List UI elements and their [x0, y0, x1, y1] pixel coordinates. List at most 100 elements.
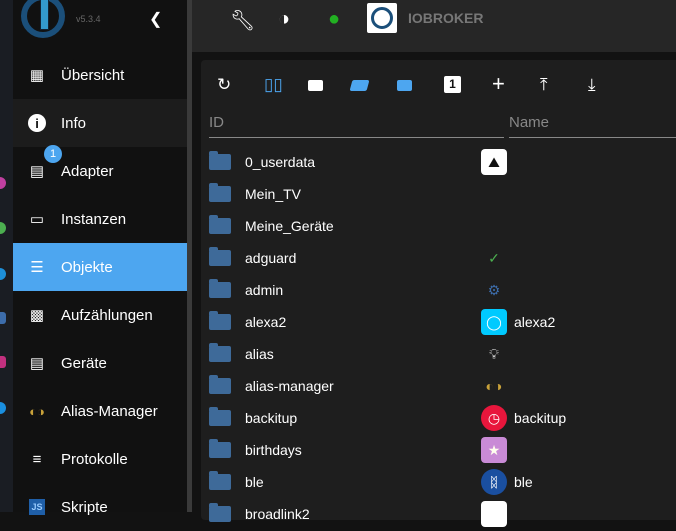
object-id: 0_userdata [245, 154, 316, 170]
object-id: Meine_Geräte [245, 218, 334, 234]
folder-icon[interactable] [209, 247, 231, 266]
app-icon[interactable] [0, 268, 6, 280]
app-icon[interactable] [0, 177, 6, 189]
object-id: broadlink2 [245, 506, 310, 522]
folder-icon[interactable] [209, 375, 231, 394]
instances-icon: ▭ [29, 211, 45, 228]
sidebar-item-instanzen[interactable]: ▭ Instanzen [13, 195, 187, 243]
sidebar-item-protokolle[interactable]: ≡ Protokolle [13, 435, 187, 483]
expand-all-icon[interactable] [349, 80, 370, 91]
sidebar-item-label: Geräte [61, 354, 107, 372]
collapse-all-icon[interactable] [397, 80, 412, 91]
table-row[interactable]: broadlink2 [201, 498, 676, 530]
version-label: v5.3.4 [76, 14, 101, 24]
folder-icon[interactable] [209, 407, 231, 426]
sidebar-item-label: Instanzen [61, 210, 127, 228]
object-id: Mein_TV [245, 186, 302, 202]
sidebar-item-label: Objekte [61, 258, 113, 276]
broadlink-icon [481, 501, 507, 527]
sidebar-item-label: Aufzählungen [61, 306, 153, 324]
table-row[interactable]: adguard ✓ [201, 242, 676, 274]
table-row[interactable]: alexa2 ◯ alexa2 [201, 306, 676, 338]
wrench-icon[interactable]: 🔧︎ [230, 8, 255, 33]
sidebar-scrollbar[interactable] [187, 0, 192, 512]
expand-level-icon[interactable]: 1 [444, 76, 461, 93]
object-id: adguard [245, 250, 297, 266]
sidebar-item-label: Alias-Manager [61, 402, 158, 420]
app-icon[interactable] [0, 402, 6, 414]
folder-icon[interactable] [209, 471, 231, 490]
iobroker-brand-logo [367, 3, 397, 33]
table-row[interactable]: ble ᛥ ble [201, 466, 676, 498]
expert-mode-icon[interactable]: ● [328, 8, 340, 31]
sidebar-item-aufzaehlungen[interactable]: ▩ Aufzählungen [13, 291, 187, 339]
object-id: alias [245, 346, 274, 362]
sidebar-item-adapter[interactable]: ▤ 1 Adapter [13, 145, 187, 195]
sidebar-item-geraete[interactable]: ▤ Geräte [13, 339, 187, 387]
folder-icon[interactable] [209, 503, 231, 522]
column-header-name[interactable]: Name [509, 114, 676, 138]
collapse-sidebar-button[interactable]: ❮ [149, 9, 162, 29]
table-row[interactable]: alias 💡︎ [201, 338, 676, 370]
update-count-badge: 1 [44, 145, 62, 163]
sidebar-item-alias-manager[interactable]: ◐◑ Alias-Manager [13, 387, 187, 435]
folder-icon[interactable] [209, 183, 231, 202]
object-name: alexa2 [514, 314, 556, 330]
add-icon[interactable]: + [492, 71, 505, 97]
sidebar: v5.3.4 ❮ ▦ Übersicht i Info ▤ 1 Adapter ▭ Ins… [13, 0, 187, 516]
object-id: admin [245, 282, 284, 298]
sidebar-item-label: Übersicht [61, 66, 125, 84]
sidebar-item-info[interactable]: i Info [13, 99, 187, 147]
folder-icon[interactable] [209, 343, 231, 362]
enum-icon: ▩ [29, 307, 45, 324]
folder-icon[interactable] [308, 80, 323, 91]
alias-manager-icon: ◐◑ [485, 378, 503, 394]
sidebar-item-uebersicht[interactable]: ▦ Übersicht [13, 51, 187, 99]
sidebar-item-skripte[interactable]: JS Skripte [13, 483, 187, 531]
brand-title: IOBROKER [408, 10, 484, 26]
sidebar-item-label: Adapter [61, 162, 114, 180]
table-row[interactable]: admin ⚙ [201, 274, 676, 306]
alexa-icon: ◯ [481, 309, 507, 335]
download-icon[interactable]: ⤓ [588, 75, 596, 95]
objects-panel: ↻ ▯▯ 1 + ⤒ ⤓ ID Name 0_userdata ⛰ Mein_TV M… [201, 60, 676, 527]
object-name: ble [514, 474, 533, 490]
app-icon[interactable] [0, 356, 6, 368]
bluetooth-icon: ᛥ [481, 469, 507, 495]
table-row[interactable]: Meine_Geräte [201, 210, 676, 242]
lightbulb-icon: 💡︎ [489, 345, 499, 362]
sidebar-item-objekte[interactable]: ☰ Objekte [13, 243, 187, 291]
alias-icon: ◐◑ [29, 403, 45, 419]
object-id: backitup [245, 410, 298, 426]
grid-icon: ▦ [29, 67, 45, 84]
app-icon[interactable] [0, 312, 6, 324]
table-row[interactable]: backitup ◷ backitup [201, 402, 676, 434]
sidebar-item-label: Info [61, 114, 87, 132]
top-bar: 🔧︎ ◑ ● IOBROKER [192, 0, 676, 52]
object-id: alias-manager [245, 378, 334, 394]
log-icon: ≡ [32, 450, 42, 468]
columns-icon[interactable]: ▯▯ [264, 75, 283, 95]
table-row[interactable]: alias-manager ◐◑ [201, 370, 676, 402]
object-id: alexa2 [245, 314, 287, 330]
folder-icon[interactable] [209, 311, 231, 330]
iobroker-logo [21, 0, 65, 38]
info-icon: i [13, 114, 61, 132]
folder-icon[interactable] [209, 151, 231, 170]
column-header-id[interactable]: ID [209, 114, 504, 138]
theme-toggle-icon[interactable]: ◑ [278, 8, 290, 31]
backitup-icon: ◷ [481, 405, 507, 431]
list-icon: ☰ [30, 259, 44, 276]
refresh-icon[interactable]: ↻ [217, 75, 231, 95]
folder-icon[interactable] [209, 215, 231, 234]
table-row[interactable]: 0_userdata ⛰ [201, 146, 676, 178]
object-id: ble [245, 474, 264, 490]
app-icon[interactable] [0, 222, 6, 234]
table-row[interactable]: Mein_TV [201, 178, 676, 210]
folder-icon[interactable] [209, 439, 231, 458]
adguard-icon: ✓ [488, 249, 500, 266]
table-row[interactable]: birthdays ★ [201, 434, 676, 466]
object-id: birthdays [245, 442, 302, 458]
folder-icon[interactable] [209, 279, 231, 298]
upload-icon[interactable]: ⤒ [540, 75, 548, 95]
